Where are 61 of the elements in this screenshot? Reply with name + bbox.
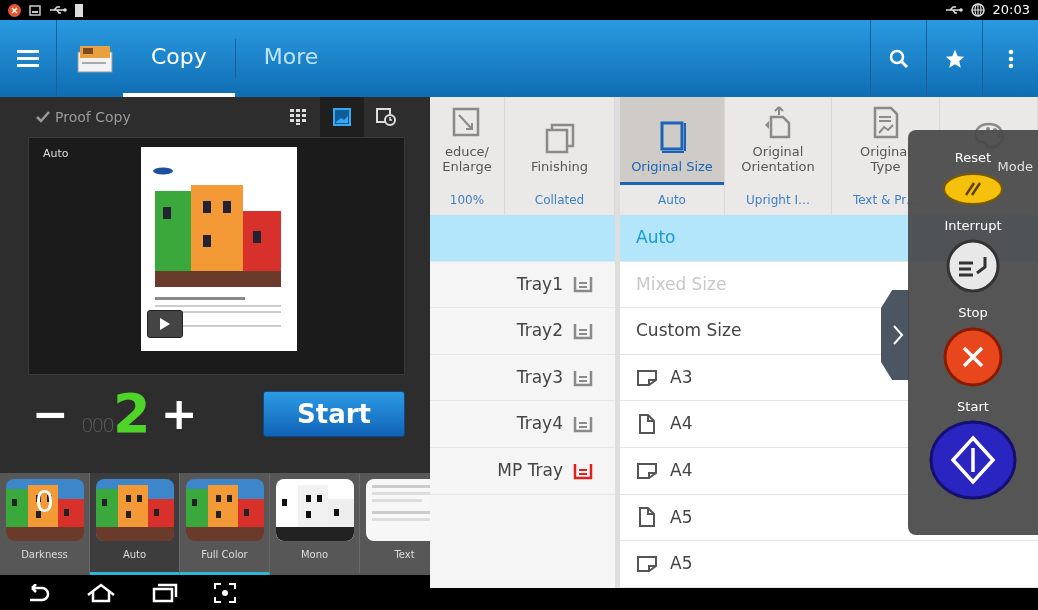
function-value: Auto xyxy=(657,192,687,209)
menu-icon xyxy=(17,49,39,68)
size-label: Auto xyxy=(43,146,69,162)
page-icon xyxy=(636,507,658,528)
landscape-page-icon xyxy=(636,554,658,573)
copy-app-icon xyxy=(77,43,113,74)
preset-tile[interactable]: Auto xyxy=(90,473,180,575)
function-value: 100% xyxy=(448,192,486,209)
clock-time: 20:03 xyxy=(992,1,1030,20)
usb-icon xyxy=(944,5,963,15)
function-value: Upright I… xyxy=(745,192,811,209)
control-label: Reset xyxy=(954,149,992,167)
preset-label: Full Color xyxy=(201,548,248,562)
more-icon xyxy=(1007,48,1014,69)
start-button[interactable] xyxy=(929,420,1017,500)
preset-tile[interactable]: Full Color xyxy=(180,473,270,575)
preset-label: Darkness xyxy=(21,548,68,562)
grid-icon xyxy=(290,109,306,125)
landscape-page-icon xyxy=(636,461,658,480)
function-value: Collated xyxy=(533,192,586,209)
screen-capture-button[interactable] xyxy=(214,582,236,603)
function-label: Mode xyxy=(997,159,1033,174)
tray-label: Tray4 xyxy=(516,412,563,436)
globe-icon xyxy=(970,3,985,17)
preset-label: Auto xyxy=(122,548,147,562)
image-icon xyxy=(333,108,351,126)
increase-button[interactable]: + xyxy=(156,392,202,436)
landscape-page-icon xyxy=(636,368,658,387)
function-label: Original Orientation xyxy=(741,145,815,174)
play-button[interactable] xyxy=(147,310,183,338)
size-option[interactable]: A5 xyxy=(620,541,1038,588)
decrease-button[interactable]: − xyxy=(28,392,73,436)
search-icon xyxy=(888,48,909,69)
function-label: Original Size xyxy=(631,159,713,174)
tray-label: Tray1 xyxy=(516,272,563,296)
recent-apps-button[interactable] xyxy=(152,582,178,603)
image-icon xyxy=(29,4,41,16)
function-label: Finishing xyxy=(530,159,589,174)
preset-tile[interactable]: Mono xyxy=(270,473,360,575)
home-button[interactable] xyxy=(86,582,116,603)
chevron-right-icon xyxy=(892,324,904,346)
clock-document-icon xyxy=(376,108,396,126)
view-mode-button[interactable] xyxy=(320,97,364,137)
start-button[interactable]: Start xyxy=(263,391,405,437)
play-icon xyxy=(159,317,171,331)
proof-copy-toggle[interactable]: Proof Copy xyxy=(35,106,131,128)
usb-icon xyxy=(49,5,67,15)
reset-button[interactable] xyxy=(942,171,1004,206)
page-icon xyxy=(636,414,658,435)
function-label: educe/ Enlarge xyxy=(442,145,492,174)
tray-label: Tray3 xyxy=(516,365,563,389)
preset-label: Text xyxy=(394,548,415,562)
preset-tile[interactable]: Text xyxy=(360,473,430,575)
battery-icon xyxy=(75,3,83,17)
tray-label: MP Tray xyxy=(497,459,563,482)
error-icon xyxy=(8,3,21,17)
expand-tab[interactable] xyxy=(881,290,909,380)
check-icon xyxy=(35,110,51,124)
tray-label: Tray2 xyxy=(516,319,563,343)
preset-label: Mono xyxy=(300,548,329,562)
control-label: Interrupt xyxy=(944,216,1002,235)
